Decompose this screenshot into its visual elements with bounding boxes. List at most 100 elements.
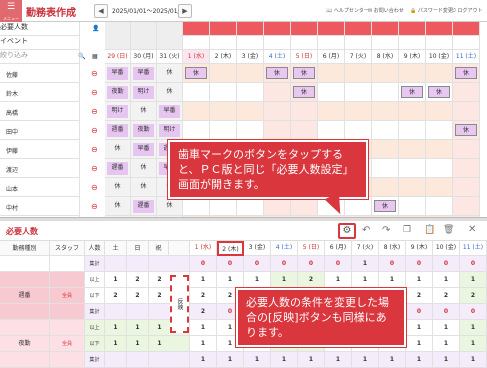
required-value-cell[interactable]: 1: [190, 272, 217, 288]
required-value-cell[interactable]: 1: [406, 272, 433, 288]
cond-sat-cell[interactable]: [105, 304, 127, 320]
schedule-cell[interactable]: [372, 64, 399, 83]
required-value-cell[interactable]: 0: [433, 256, 460, 272]
menu-button[interactable]: ☰ メニュー: [0, 0, 22, 22]
password-link[interactable]: 🔒 パスワード変更: [410, 7, 453, 14]
required-value-cell[interactable]: 0: [325, 256, 352, 272]
required-value-cell[interactable]: 1: [433, 336, 460, 352]
shift-badge[interactable]: 休: [185, 67, 207, 79]
schedule-cell[interactable]: [210, 121, 237, 140]
schedule-cell[interactable]: [210, 64, 237, 83]
schedule-cell[interactable]: [399, 197, 426, 216]
undo-icon[interactable]: ↶: [362, 225, 370, 236]
schedule-cell[interactable]: [453, 178, 480, 197]
schedule-cell[interactable]: [426, 197, 453, 216]
minus-circle-icon[interactable]: ⊖: [91, 202, 98, 211]
schedule-cell[interactable]: [237, 83, 264, 102]
cond-sat-cell[interactable]: [105, 256, 127, 272]
minus-circle-icon[interactable]: ⊖: [91, 183, 98, 192]
next-month-button[interactable]: ▶: [178, 4, 192, 18]
schedule-cell[interactable]: [210, 197, 237, 216]
minus-circle-icon[interactable]: ⊖: [91, 69, 98, 78]
event-cell[interactable]: [426, 36, 453, 50]
required-value-cell[interactable]: 0: [217, 256, 244, 272]
schedule-cell[interactable]: [426, 102, 453, 121]
shift-badge[interactable]: 休: [266, 67, 288, 79]
schedule-cell[interactable]: [264, 197, 291, 216]
schedule-cell[interactable]: [291, 121, 318, 140]
required-value-cell[interactable]: 1: [190, 320, 217, 336]
schedule-cell[interactable]: [237, 197, 264, 216]
event-cell[interactable]: [345, 36, 372, 50]
required-value-cell[interactable]: 0: [244, 256, 271, 272]
required-value-cell[interactable]: 2: [190, 288, 217, 304]
event-cell[interactable]: [399, 36, 426, 50]
required-value-cell[interactable]: 2: [406, 288, 433, 304]
schedule-cell[interactable]: [210, 83, 237, 102]
logout-link[interactable]: ⎋ ログアウト: [452, 7, 483, 14]
schedule-cell[interactable]: [399, 121, 426, 140]
cond-sat-cell[interactable]: 2: [105, 288, 127, 304]
reflect-button[interactable]: 反映: [170, 275, 189, 333]
required-value-cell[interactable]: 1: [433, 272, 460, 288]
required-value-cell[interactable]: 1: [406, 336, 433, 352]
required-value-cell[interactable]: 0: [433, 304, 460, 320]
schedule-cell[interactable]: [345, 197, 372, 216]
schedule-cell[interactable]: [345, 102, 372, 121]
required-value-cell[interactable]: 1: [460, 320, 487, 336]
schedule-cell[interactable]: [426, 159, 453, 178]
shift-badge[interactable]: 休: [293, 86, 315, 98]
help-center-link[interactable]: 📖 ヘルプセンター: [326, 7, 369, 14]
schedule-cell[interactable]: [291, 102, 318, 121]
schedule-cell[interactable]: [264, 121, 291, 140]
schedule-cell[interactable]: [183, 83, 210, 102]
schedule-cell[interactable]: [399, 159, 426, 178]
schedule-cell[interactable]: [237, 102, 264, 121]
cond-hol-cell[interactable]: 1: [149, 336, 171, 352]
staff-scope-cell[interactable]: [50, 256, 85, 272]
close-icon[interactable]: ✕: [468, 224, 476, 235]
schedule-cell[interactable]: [372, 140, 399, 159]
required-value-cell[interactable]: 1: [379, 272, 406, 288]
cond-sun-cell[interactable]: 2: [127, 272, 149, 288]
gear-icon[interactable]: ⚙: [338, 223, 356, 239]
minus-circle-icon[interactable]: ⊖: [91, 88, 98, 97]
schedule-cell[interactable]: [399, 102, 426, 121]
schedule-cell[interactable]: [183, 121, 210, 140]
schedule-cell[interactable]: [453, 197, 480, 216]
schedule-cell[interactable]: [399, 64, 426, 83]
required-value-cell[interactable]: 0: [298, 256, 325, 272]
required-value-cell[interactable]: 1: [217, 272, 244, 288]
schedule-cell[interactable]: [345, 83, 372, 102]
required-value-cell[interactable]: 1: [352, 272, 379, 288]
cond-sun-cell[interactable]: [127, 256, 149, 272]
schedule-cell[interactable]: [237, 121, 264, 140]
schedule-cell[interactable]: [453, 83, 480, 102]
required-value-cell[interactable]: 0: [190, 256, 217, 272]
schedule-cell[interactable]: [318, 102, 345, 121]
cond-sun-cell[interactable]: 1: [127, 320, 149, 336]
redo-icon[interactable]: ↷: [382, 225, 390, 236]
schedule-cell[interactable]: [453, 159, 480, 178]
cond-sat-cell[interactable]: 1: [105, 272, 127, 288]
event-cell[interactable]: [264, 36, 291, 50]
schedule-cell[interactable]: [345, 64, 372, 83]
required-value-cell[interactable]: 0: [271, 256, 298, 272]
cond-hol-cell[interactable]: 2: [149, 288, 171, 304]
event-cell[interactable]: [318, 36, 345, 50]
schedule-cell[interactable]: [426, 64, 453, 83]
schedule-cell[interactable]: [426, 121, 453, 140]
schedule-cell[interactable]: [372, 102, 399, 121]
cond-hol-cell[interactable]: [149, 256, 171, 272]
schedule-cell[interactable]: [237, 64, 264, 83]
schedule-cell[interactable]: [399, 140, 426, 159]
schedule-cell[interactable]: [399, 178, 426, 197]
schedule-cell[interactable]: [210, 102, 237, 121]
event-cell[interactable]: [291, 36, 318, 50]
staff-scope-cell[interactable]: 全員: [50, 336, 85, 352]
contact-link[interactable]: ✉ お問い合わせ: [368, 7, 404, 14]
schedule-cell[interactable]: [264, 83, 291, 102]
shift-badge[interactable]: 休: [374, 200, 396, 212]
schedule-cell[interactable]: [291, 197, 318, 216]
schedule-cell[interactable]: [372, 159, 399, 178]
